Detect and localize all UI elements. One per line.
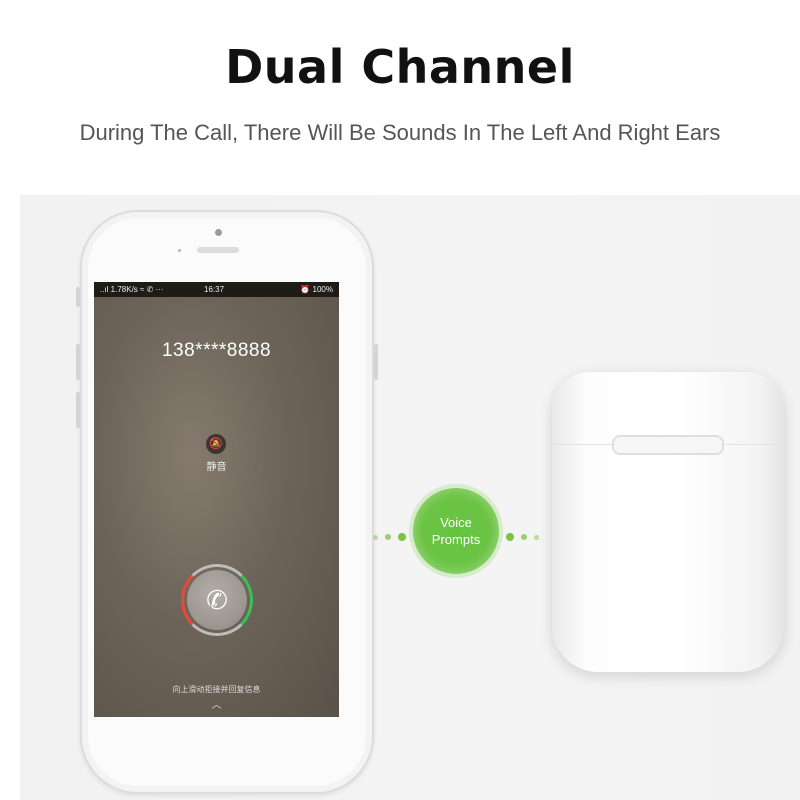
status-left: ..ıl 1.78K/s ≈ ✆ ··· [100,285,164,294]
case-lid-notch [612,435,724,455]
volume-up-button [76,344,80,380]
mute-label: 静音 [206,462,227,473]
connector-dot [373,535,378,540]
status-bar: ..ıl 1.78K/s ≈ ✆ ··· 16:37 ⏰ 100% [94,282,339,297]
caller-number: 138****8888 [161,340,272,361]
status-time: 16:37 [204,285,225,294]
page-subtitle: During The Call, There Will Be Sounds In… [79,120,721,145]
proximity-sensor [178,249,181,252]
status-battery: ⏰ 100% [300,285,333,294]
smartphone: ..ıl 1.78K/s ≈ ✆ ··· 16:37 ⏰ 100% 138***… [76,210,378,794]
earbuds-charging-case [552,372,784,672]
connector-dot [398,533,406,541]
connector-dot [506,533,514,541]
voice-label-line2: Prompts [431,532,481,547]
phone-icon: ✆ [206,585,228,615]
mute-switch [76,287,80,307]
power-button [374,344,378,380]
page-title: Dual Channel [225,40,575,94]
chevron-up-icon: ︿ [211,700,222,711]
voice-label-line1: Voice [440,515,472,530]
slide-hint: 向上滑动拒接并回复信息 [172,685,261,694]
front-camera [215,229,222,236]
mute-bell-icon[interactable]: 🔕 [206,434,226,454]
connector-dot [534,535,539,540]
connector-dot [521,534,527,540]
volume-down-button [76,392,80,428]
earpiece-speaker [197,247,239,253]
answer-call-button[interactable]: ✆ [187,570,247,630]
connector-dot [385,534,391,540]
voice-prompts-badge: Voice Prompts [413,488,499,574]
incoming-call-screen: ..ıl 1.78K/s ≈ ✆ ··· 16:37 ⏰ 100% 138***… [94,282,339,717]
